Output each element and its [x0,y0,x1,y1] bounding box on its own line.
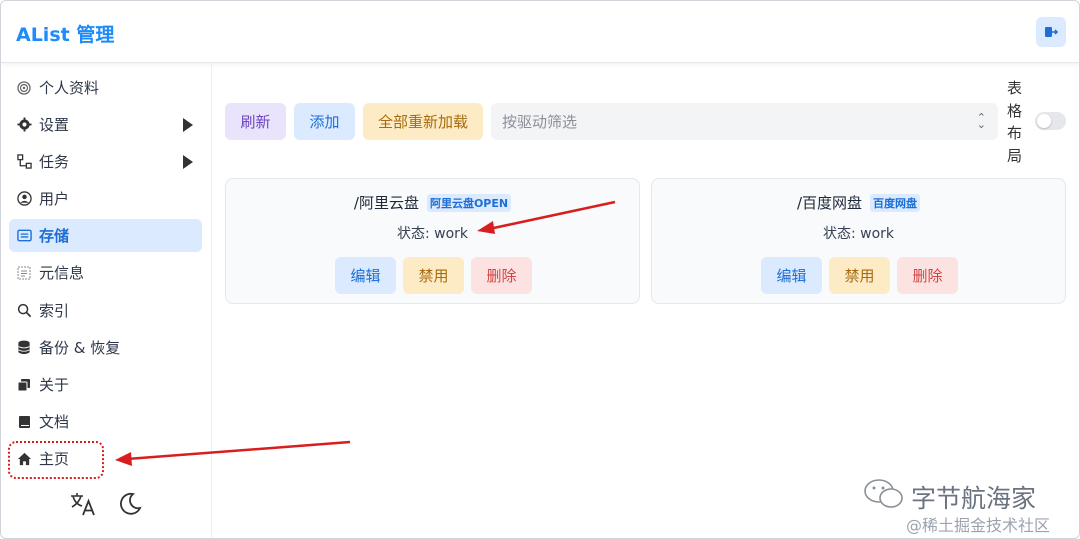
storage-path: /阿里云盘 [353,194,419,212]
sidebar-item-settings[interactable]: 设置 [9,108,202,141]
sidebar-item-label: 个人资料 [39,79,100,97]
sidebar-item-label: 存储 [39,227,70,245]
card-title: /百度网盘 百度网盘 [652,192,1065,213]
book-icon [16,414,32,430]
sidebar-item-about[interactable]: 关于 [9,368,202,401]
sidebar-item-label: 文档 [39,413,70,431]
delete-button[interactable]: 删除 [471,257,532,294]
storage-card: /阿里云盘 阿里云盘OPEN 状态: work 编辑 禁用 删除 [225,178,640,304]
storage-status: 状态: work [396,226,469,242]
sidebar-item-docs[interactable]: 文档 [9,405,202,438]
disable-button[interactable]: 禁用 [403,257,464,294]
sidebar-item-meta[interactable]: 元信息 [9,256,202,289]
sidebar-item-label: 设置 [39,116,70,134]
sidebar-item-label: 用户 [39,190,70,208]
sidebar-item-tasks[interactable]: 任务 [9,145,202,178]
logout-icon [1045,27,1058,37]
watermark-brand: 字节航海家 [911,484,1037,513]
sidebar-item-users[interactable]: 用户 [9,182,202,215]
database-icon [16,340,32,356]
edit-button[interactable]: 编辑 [761,257,822,294]
card-title: /阿里云盘 阿里云盘OPEN [226,192,639,213]
sidebar-item-label: 元信息 [39,264,85,282]
add-button[interactable]: 添加 [294,103,355,140]
storage-path: /百度网盘 [796,194,863,212]
storage-status: 状态: work [822,226,895,242]
sidebar-item-label: 任务 [39,153,70,171]
toggle-knob [1037,114,1051,128]
sidebar-item-profile[interactable]: 个人资料 [9,71,202,104]
wechat-icon [863,478,905,516]
sidebar-footer [69,491,143,521]
watermark: 字节航海家 [863,478,1036,516]
sidebar-item-label: 备份 & 恢复 [39,339,121,357]
home-highlight-annotation [8,441,104,479]
watermark-site: @稀土掘金技术社区 [906,516,1051,535]
logout-button[interactable] [1036,17,1066,47]
sidebar-item-label: 关于 [39,376,70,394]
filter-placeholder: 按驱动筛选 [502,113,578,131]
driver-filter-select[interactable]: 按驱动筛选 ⌃ ⌄ [491,103,998,140]
storage-icon [16,228,32,244]
edit-button[interactable]: 编辑 [335,257,396,294]
copy-icon [16,377,32,393]
table-layout-toggle[interactable] [1035,112,1066,130]
gear-icon [16,117,32,133]
refresh-button[interactable]: 刷新 [225,103,286,140]
expand-arrow-icon[interactable] [183,155,193,169]
disable-button[interactable]: 禁用 [829,257,890,294]
driver-badge: 阿里云盘OPEN [426,193,512,212]
expand-arrow-icon[interactable] [183,118,193,132]
sidebar-item-storage[interactable]: 存储 [9,219,202,252]
search-icon [16,303,32,319]
top-header: AList 管理 [1,1,1079,63]
app-title: AList 管理 [16,24,115,46]
sidebar-item-index[interactable]: 索引 [9,294,202,327]
meta-icon [16,265,32,281]
workflow-icon [16,154,32,170]
sidebar-item-backup[interactable]: 备份 & 恢复 [9,331,202,364]
reload-all-button[interactable]: 全部重新加载 [363,103,483,140]
fingerprint-icon [16,80,32,96]
driver-badge: 百度网盘 [870,193,921,212]
storage-card: /百度网盘 百度网盘 状态: work 编辑 禁用 删除 [651,178,1066,304]
user-circle-icon [16,191,32,207]
dark-mode-moon-icon[interactable] [117,491,143,521]
sidebar-item-label: 索引 [39,302,70,320]
app-window: AList 管理 个人资料 设置 任务 用户 存储 元信息 索引 备份 & 恢复… [0,0,1080,539]
chevron-updown-icon: ⌃ ⌄ [976,111,986,131]
language-icon[interactable] [69,491,97,521]
table-layout-label: 表格布局 [1007,79,1023,165]
delete-button[interactable]: 删除 [897,257,958,294]
